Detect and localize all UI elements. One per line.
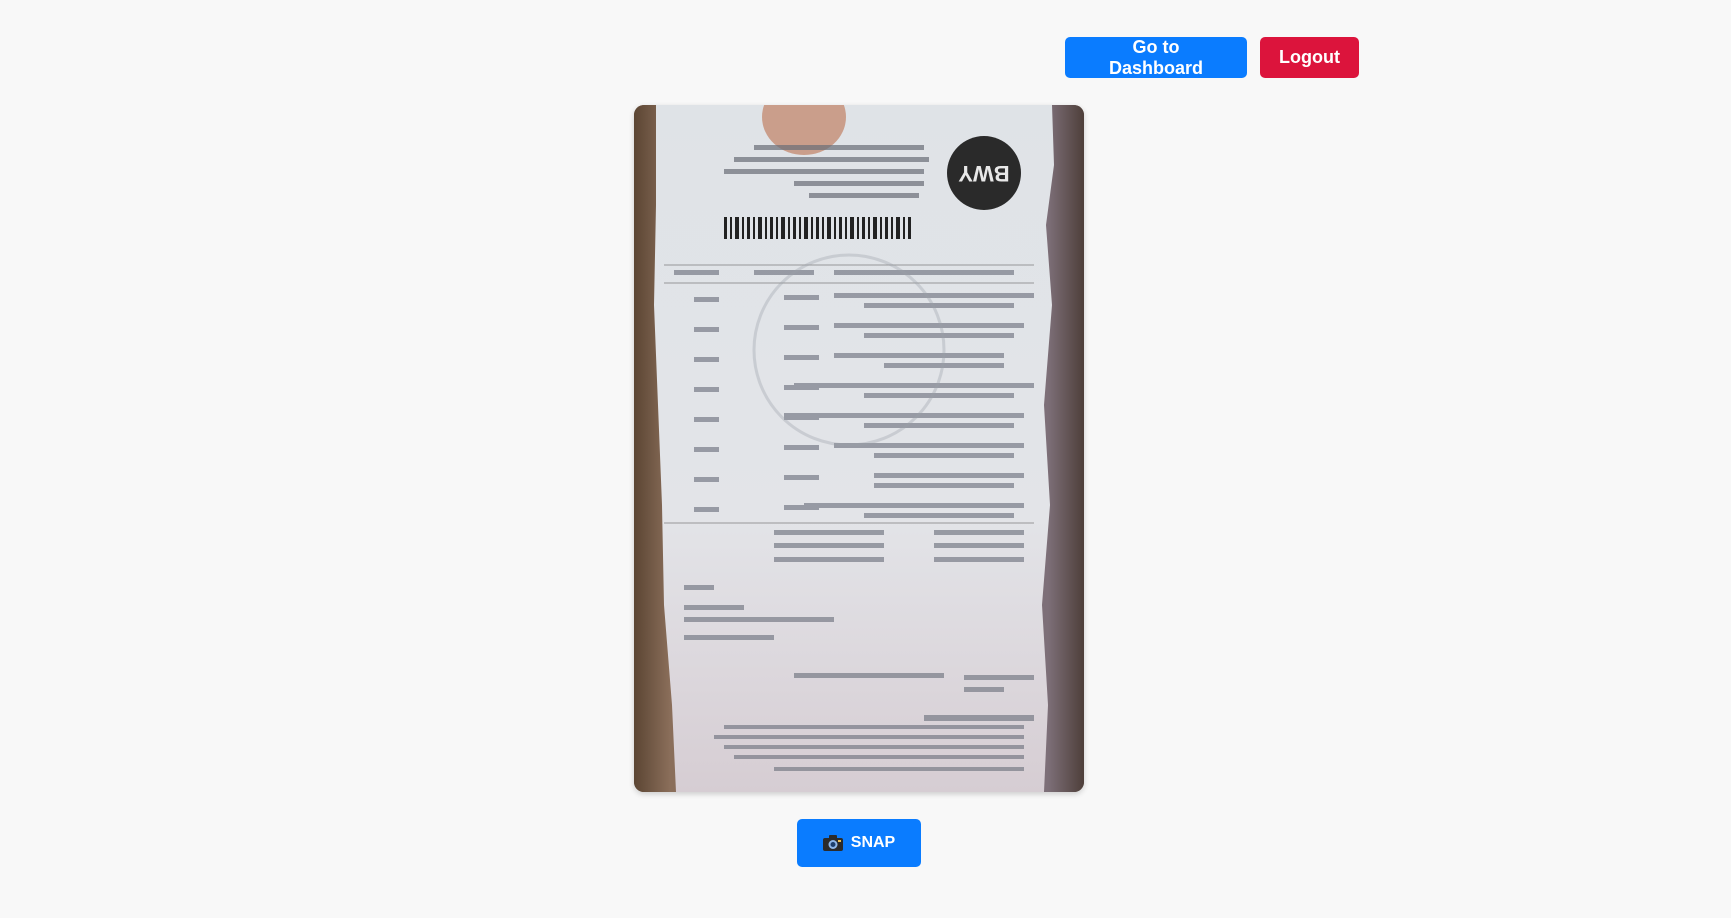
receipt-image: BWY — [634, 105, 1084, 792]
logout-button[interactable]: Logout — [1260, 37, 1359, 78]
camera-icon — [822, 835, 843, 851]
snap-label: SNAP — [850, 834, 896, 851]
svg-text:BWY: BWY — [958, 161, 1010, 186]
camera-preview: BWY — [634, 105, 1084, 792]
snap-button[interactable]: SNAP — [797, 819, 921, 867]
dashboard-button[interactable]: Go to Dashboard — [1065, 37, 1247, 78]
top-actions: Go to Dashboard Logout — [1065, 37, 1359, 78]
